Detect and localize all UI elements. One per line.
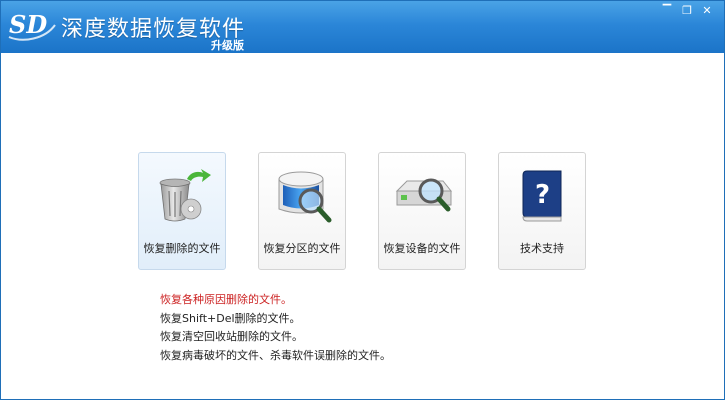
card-label: 恢复设备的文件 — [383, 242, 461, 255]
description-line: 恢复清空回收站删除的文件。 — [160, 330, 303, 343]
feature-description: 恢复各种原因删除的文件。 恢复Shift+Del删除的文件。 恢复清空回收站删除… — [160, 291, 391, 365]
window-controls: ▔ ❐ ✕ — [658, 4, 716, 18]
card-label: 恢复分区的文件 — [263, 242, 341, 255]
function-cards: 恢复删除的文件 恢复分区的文件 恢复设备的文件 ? 技术支持 — [138, 152, 588, 270]
logo-text: SD — [9, 10, 47, 39]
main-content: 恢复删除的文件 恢复分区的文件 恢复设备的文件 ? 技术支持 恢复各种原因删除的… — [1, 53, 724, 399]
help-book-icon: ? — [522, 170, 562, 222]
restore-button[interactable]: ❐ — [678, 4, 696, 18]
sd-logo: SD — [8, 10, 56, 41]
description-line: 恢复Shift+Del删除的文件。 — [160, 311, 301, 325]
card-recover-device[interactable]: 恢复设备的文件 — [378, 152, 466, 270]
svg-text:?: ? — [535, 180, 550, 210]
partition-search-icon — [278, 171, 332, 223]
description-line: 恢复病毒破坏的文件、杀毒软件误删除的文件。 — [160, 348, 391, 362]
device-search-icon — [395, 178, 453, 212]
card-recover-partition[interactable]: 恢复分区的文件 — [258, 152, 346, 270]
card-tech-support[interactable]: ? 技术支持 — [498, 152, 586, 270]
minimize-button[interactable]: ▔ — [658, 4, 676, 18]
trash-restore-icon — [159, 169, 211, 222]
close-button[interactable]: ✕ — [698, 4, 716, 18]
card-label: 恢复删除的文件 — [143, 242, 221, 255]
app-window: SD 深度数据恢复软件 升级版 ▔ ❐ ✕ 恢复删除的文件 恢复分区的文件 恢复… — [0, 0, 725, 400]
app-subtitle: 升级版 — [211, 39, 244, 52]
description-line: 恢复各种原因删除的文件。 — [160, 293, 292, 306]
card-recover-deleted[interactable]: 恢复删除的文件 — [138, 152, 226, 270]
title-bar[interactable]: SD 深度数据恢复软件 升级版 ▔ ❐ ✕ — [1, 1, 724, 53]
card-label: 技术支持 — [520, 242, 564, 255]
